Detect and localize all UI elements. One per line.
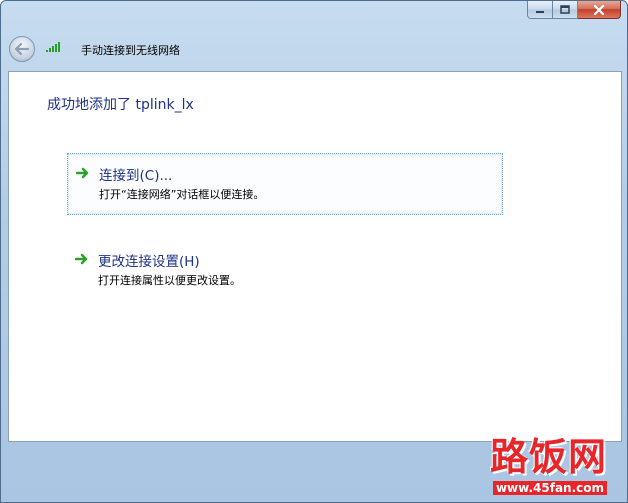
- navigation-bar: 手动连接到无线网络: [1, 31, 627, 71]
- title-bar: [1, 1, 627, 31]
- minimize-button[interactable]: [527, 1, 553, 19]
- watermark-url: www.45fan.com: [492, 481, 607, 495]
- back-arrow-icon: [15, 43, 29, 55]
- connect-to-title: 连接到(C)...: [99, 168, 173, 184]
- change-connection-settings-link[interactable]: 更改连接设置(H) 打开连接属性以便更改设置。: [67, 240, 503, 302]
- green-arrow-icon: [76, 167, 89, 179]
- watermark-logo: 路饭网: [489, 435, 607, 479]
- content-pane: 成功地添加了 tplink_lx 连接到(C)... 打开“连接网络”对话框以便…: [8, 71, 622, 442]
- wireless-signal-icon: [46, 42, 60, 52]
- connect-to-description: 打开“连接网络”对话框以便连接。: [99, 188, 265, 201]
- maximize-button[interactable]: [553, 1, 578, 19]
- close-button[interactable]: [578, 1, 621, 19]
- window: 手动连接到无线网络 成功地添加了 tplink_lx 连接到(C)... 打开“…: [0, 0, 628, 503]
- connect-to-link[interactable]: 连接到(C)... 打开“连接网络”对话框以便连接。: [67, 153, 503, 215]
- maximize-icon: [560, 5, 570, 14]
- footer-bar: 路饭网 www.45fan.com: [1, 437, 627, 502]
- back-button[interactable]: [9, 36, 35, 62]
- page-heading: 成功地添加了 tplink_lx: [47, 97, 194, 113]
- change-settings-description: 打开连接属性以便更改设置。: [98, 274, 241, 287]
- green-arrow-icon: [75, 253, 88, 265]
- window-title: 手动连接到无线网络: [81, 44, 180, 57]
- close-icon: [593, 4, 605, 15]
- caption-buttons: [527, 1, 621, 19]
- minimize-icon: [536, 10, 544, 13]
- change-settings-title: 更改连接设置(H): [98, 254, 200, 270]
- watermark: 路饭网 www.45fan.com: [490, 437, 607, 496]
